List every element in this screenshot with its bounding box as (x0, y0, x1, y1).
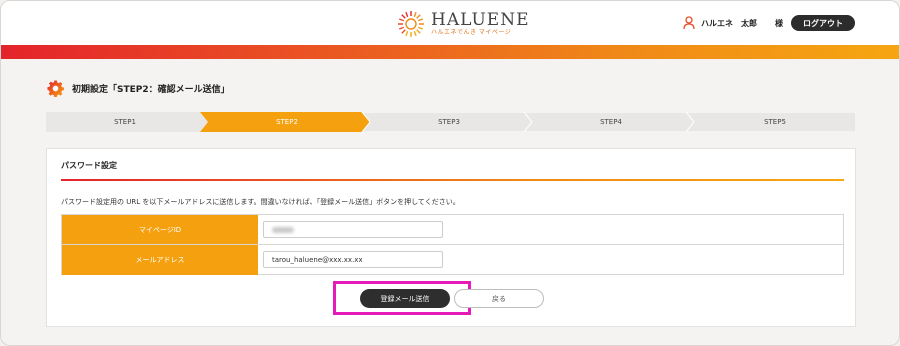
card-description: パスワード設定用の URL を以下メールアドレスに送信します。間違いなければ、「… (61, 198, 460, 206)
haluene-logo[interactable]: HALUENE ハルエネでんき マイページ (395, 8, 529, 40)
step-5: STEP5 (764, 118, 786, 126)
page-title: 初期設定「STEP2：確認メール送信」 (47, 80, 230, 97)
user-honorific: 様 (775, 18, 783, 28)
card-title: パスワード設定 (61, 161, 117, 170)
mypage-id-field (263, 221, 443, 238)
card-title-divider (61, 179, 844, 181)
user-area: ハルエネ 太郎 様 ログアウト (683, 15, 855, 31)
info-table: マイページID メールアドレス tarou_haluene@xxx.xx.xx (61, 214, 844, 275)
header-gradient-bar (1, 45, 899, 59)
logo-title: HALUENE (431, 10, 530, 30)
step-3: STEP3 (438, 118, 460, 126)
haluene-sun-logo-icon (398, 11, 424, 37)
email-label: メールアドレス (62, 245, 258, 275)
email-field: tarou_haluene@xxx.xx.xx (263, 251, 443, 268)
blurred-id-value (272, 226, 294, 233)
step-1: STEP1 (114, 118, 136, 126)
step-4: STEP4 (600, 118, 622, 126)
send-registration-email-button[interactable]: 登録メール送信 (360, 289, 450, 308)
step-2-active: STEP2 (276, 118, 298, 126)
logout-button[interactable]: ログアウト (791, 15, 855, 31)
mypage-id-label: マイページID (62, 215, 258, 244)
step-indicator: STEP1 STEP2 STEP3 STEP4 STEP5 (46, 112, 856, 132)
password-settings-card: パスワード設定 パスワード設定用の URL を以下メールアドレスに送信します。間… (46, 148, 856, 327)
back-button[interactable]: 戻る (454, 289, 544, 308)
user-icon (683, 16, 695, 30)
user-name: ハルエネ 太郎 (701, 18, 757, 28)
header: HALUENE ハルエネでんき マイページ ハルエネ 太郎 様 ログアウト (1, 1, 899, 45)
table-row: マイページID (62, 215, 843, 245)
logo-subtitle: ハルエネでんき マイページ (431, 29, 512, 36)
page-title-text: 初期設定「STEP2：確認メール送信」 (72, 85, 230, 95)
page-frame: HALUENE ハルエネでんき マイページ ハルエネ 太郎 様 ログアウト 初期… (0, 0, 900, 346)
table-row: メールアドレス tarou_haluene@xxx.xx.xx (62, 245, 843, 275)
gear-icon (47, 80, 64, 97)
